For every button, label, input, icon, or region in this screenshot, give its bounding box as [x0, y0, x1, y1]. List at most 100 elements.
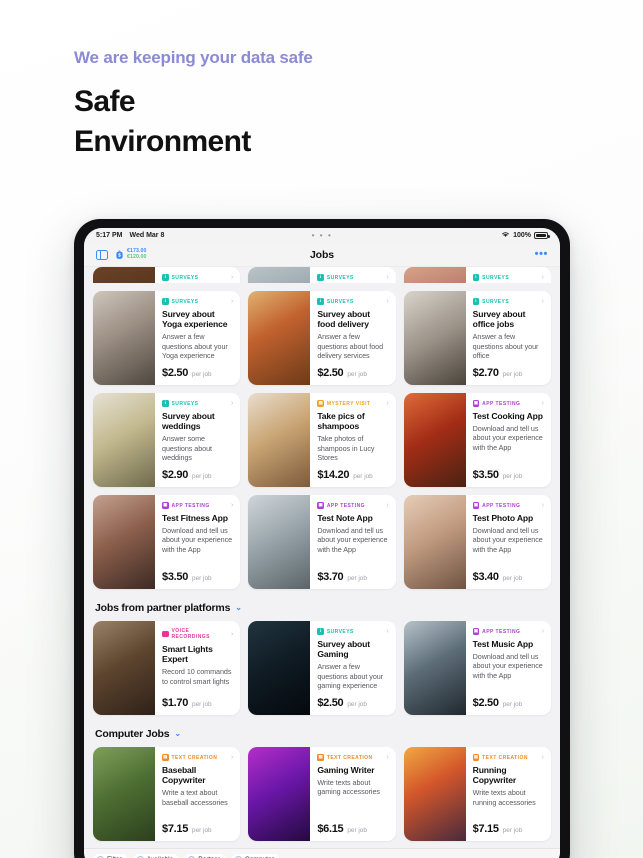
chevron-right-icon[interactable]: ›	[231, 631, 233, 638]
job-card[interactable]: ▤ TEXT CREATION › Running Copywriter Write t…	[403, 747, 551, 841]
job-card-image	[93, 495, 155, 589]
job-title: Baseball Copywriter	[162, 765, 206, 786]
chevron-right-icon[interactable]: ›	[542, 754, 544, 761]
job-price-row: $7.15 per job	[162, 823, 233, 835]
chevron-down-icon[interactable]: ⌄	[235, 604, 242, 612]
job-card[interactable]: ▤ TEXT CREATION › Baseball Copywriter Write …	[93, 747, 241, 841]
chevron-right-icon[interactable]: ›	[231, 502, 233, 509]
job-card[interactable]: i SURVEYS › Survey about weddings Answer som…	[93, 393, 241, 487]
section-header-partner[interactable]: Jobs from partner platforms ⌄	[95, 602, 551, 614]
category-badge-icon: i	[162, 400, 169, 407]
job-card[interactable]: ▣ APP TESTING › Test Fitness App Download an…	[93, 495, 241, 589]
job-price-row: $2.50 per job	[473, 697, 544, 709]
job-card[interactable]: ▣ APP TESTING › Test Music App Download and …	[403, 621, 551, 715]
job-card[interactable]: ▤ MYSTERY VISIT › Take pics of shampoos Take…	[248, 393, 396, 487]
category-badge-icon: ▣	[162, 502, 169, 509]
hero-title-line-1: Safe	[74, 85, 136, 119]
job-category-label: TEXT CREATION	[482, 754, 528, 761]
job-price: $2.90	[162, 469, 189, 481]
job-category-row: i SURVEYS ›	[162, 274, 233, 281]
job-card-image	[248, 621, 311, 715]
job-row-row-3: ▣ APP TESTING › Test Fitness App Download an…	[93, 495, 551, 589]
chevron-right-icon[interactable]: ›	[542, 400, 544, 407]
job-card[interactable]: ▣ APP TESTING › Test Photo App Download and …	[403, 495, 551, 589]
chevron-right-icon[interactable]: ›	[386, 298, 388, 305]
job-description: Write a text about baseball accessories	[162, 788, 228, 807]
chevron-right-icon[interactable]: ›	[386, 628, 388, 635]
job-category-label: TEXT CREATION	[171, 754, 218, 761]
chevron-right-icon[interactable]: ›	[542, 298, 544, 305]
balance-secondary: €120.00	[127, 253, 147, 260]
chevron-right-icon[interactable]: ›	[231, 400, 233, 407]
job-card[interactable]: i SURVEYS › Survey about office jobs Answer …	[403, 291, 551, 385]
job-title: Take pics of shampoos	[317, 411, 365, 432]
chevron-right-icon[interactable]: ›	[231, 274, 233, 281]
job-price: $3.50	[472, 469, 499, 481]
section-title: Computer Jobs	[95, 728, 170, 740]
filter-chip-available[interactable]: Available	[132, 853, 180, 858]
job-title: Test Note App	[317, 513, 373, 523]
chevron-right-icon[interactable]: ›	[231, 298, 233, 305]
sidebar-toggle-icon[interactable]	[96, 249, 108, 260]
chevron-right-icon[interactable]: ›	[386, 400, 388, 407]
job-card-image	[93, 291, 155, 385]
job-card-image	[93, 393, 155, 487]
job-card[interactable]: i SURVEYS › Survey about food delivery Answe…	[248, 291, 396, 385]
job-card-image	[248, 747, 311, 841]
job-price-unit: per job	[502, 371, 523, 378]
chevron-right-icon[interactable]: ›	[231, 754, 233, 761]
job-price-unit: per job	[347, 575, 367, 582]
job-card[interactable]: i SURVEYS ›	[403, 267, 551, 283]
job-card[interactable]: ▣ APP TESTING › Test Cooking App Download an…	[403, 393, 551, 487]
job-card-body: ▤ TEXT CREATION › Gaming Writer Write texts …	[310, 747, 395, 841]
job-row-row-1: i SURVEYS › Survey about Yoga experience Ans…	[93, 291, 551, 385]
battery-full-icon	[534, 232, 550, 239]
job-category-label: SURVEYS	[482, 274, 510, 281]
job-price: $6.15	[317, 823, 344, 835]
job-price-unit: per job	[347, 371, 367, 378]
job-card[interactable]: i SURVEYS › Survey about Gaming Answer a few…	[248, 621, 396, 715]
chevron-right-icon[interactable]: ›	[386, 274, 388, 281]
filter-chip-filter[interactable]: Filter	[93, 853, 128, 858]
job-card[interactable]: i SURVEYS › Survey about Yoga experience Ans…	[93, 291, 241, 385]
job-card[interactable]: VOICE RECORDINGS › Smart Lights Expert Reco…	[93, 621, 241, 715]
filter-chip-computer[interactable]: Computer	[230, 853, 280, 858]
chevron-right-icon[interactable]: ›	[386, 502, 388, 509]
job-category-row: i SURVEYS ›	[162, 400, 233, 407]
job-title: Test Fitness App	[162, 513, 228, 523]
filter-chip-partner[interactable]: Partner	[184, 853, 226, 858]
job-category-row: i SURVEYS ›	[472, 274, 544, 281]
job-card-body: i SURVEYS › Survey about weddings Answer som…	[155, 393, 240, 487]
more-horizontal-icon[interactable]: •••	[535, 249, 548, 260]
chevron-right-icon[interactable]: ›	[386, 754, 388, 761]
chevron-right-icon[interactable]: ›	[542, 628, 544, 635]
job-title: Survey about Gaming	[317, 639, 370, 660]
job-card[interactable]: i SURVEYS ›	[248, 267, 396, 283]
chevron-down-icon[interactable]: ⌄	[174, 730, 181, 738]
job-card[interactable]: ▣ APP TESTING › Test Note App Download and t…	[248, 495, 396, 589]
job-price-unit: per job	[502, 473, 523, 480]
chevron-right-icon[interactable]: ›	[542, 502, 544, 509]
job-row-top-clipped: i SURVEYS › i SURVEYS › i SURVEYS ›	[93, 267, 551, 283]
job-description: Write texts about gaming accessories	[317, 777, 380, 797]
job-category-row: i SURVEYS ›	[317, 274, 389, 281]
section-header-computer[interactable]: Computer Jobs ⌄	[95, 728, 551, 740]
job-description: Download and tell us about your experien…	[162, 525, 233, 554]
page-title: Safe Environment	[74, 82, 313, 161]
job-price-unit: per job	[347, 701, 367, 708]
job-card-image	[248, 267, 311, 283]
chevron-right-icon[interactable]: ›	[542, 274, 544, 281]
job-title: Test Photo App	[472, 513, 534, 523]
wallet-balance[interactable]: $ €173.00 €120.00	[115, 248, 147, 260]
job-price: $7.15	[472, 823, 499, 835]
job-card[interactable]: ▤ TEXT CREATION › Gaming Writer Write texts …	[248, 747, 396, 841]
job-price: $1.70	[162, 697, 189, 709]
job-category-label: SURVEYS	[171, 274, 199, 281]
job-card[interactable]: i SURVEYS ›	[93, 267, 241, 283]
job-category-label: SURVEYS	[326, 298, 354, 305]
job-price-unit: per job	[192, 371, 212, 378]
jobs-scroll-area[interactable]: i SURVEYS › i SURVEYS › i SURVEYS › i SURVEYS › Surv…	[84, 267, 560, 848]
job-price-unit: per job	[353, 473, 373, 480]
job-category-row: ▣ APP TESTING ›	[317, 502, 389, 509]
job-price-row: $2.90 per job	[162, 469, 233, 481]
